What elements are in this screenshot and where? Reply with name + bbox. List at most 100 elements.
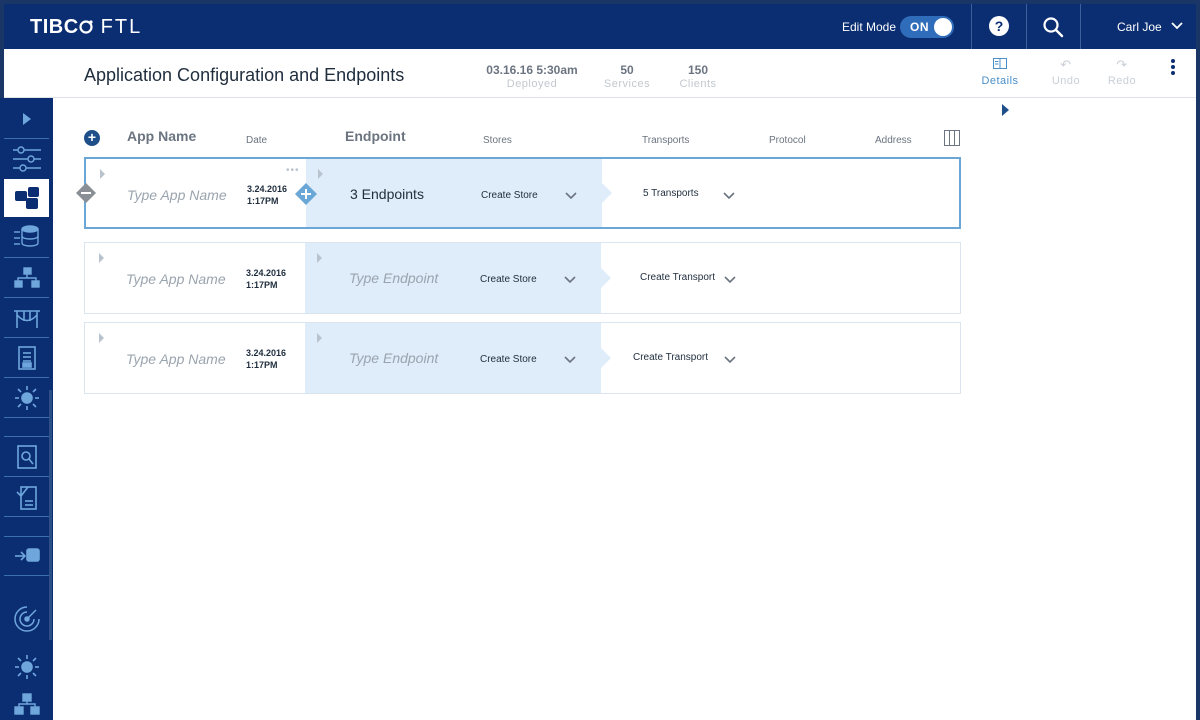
add-app-button[interactable]: + — [84, 130, 100, 146]
chevron-down-icon[interactable] — [564, 276, 576, 284]
table-row[interactable]: Type App Name 3.24.2016 1:17PM Type Endpo… — [84, 242, 961, 314]
col-header-endpoint[interactable]: Endpoint — [345, 128, 406, 144]
transports-value[interactable]: 5 Transports — [643, 188, 699, 199]
stat-label: Clients — [679, 78, 717, 90]
sidebar-expand-icon[interactable] — [4, 100, 49, 138]
endpoint-expand-icon[interactable] — [317, 333, 322, 343]
flow-icon[interactable] — [4, 686, 49, 720]
row-more-icon[interactable]: ••• — [286, 165, 300, 176]
redo-button[interactable]: ↷ Redo — [1100, 57, 1144, 87]
app-name-input[interactable]: Type App Name — [127, 187, 227, 203]
endpoint-cell[interactable]: Type Endpoint Create Store — [305, 243, 611, 313]
import-icon[interactable] — [4, 537, 49, 575]
checklist-icon[interactable] — [4, 478, 49, 516]
app-name-input[interactable]: Type App Name — [126, 271, 226, 287]
search-icon[interactable] — [1042, 16, 1064, 38]
toggle-label: ON — [910, 20, 929, 34]
stat-value: 50 — [620, 63, 634, 77]
divider — [971, 4, 972, 49]
endpoint-expand-icon[interactable] — [317, 253, 322, 263]
edit-mode-toggle[interactable]: ON — [900, 16, 954, 38]
columns-icon[interactable] — [944, 130, 960, 146]
create-transport-link[interactable]: Create Transport — [633, 352, 708, 363]
main-content: + App Name Date Endpoint Stores Transpor… — [53, 98, 1196, 720]
col-header-stores[interactable]: Stores — [483, 135, 512, 146]
col-header-date[interactable]: Date — [246, 135, 267, 146]
sun-icon[interactable] — [4, 379, 49, 417]
sidebar-divider — [4, 297, 49, 298]
row-date: 3.24.2016 1:17PM — [246, 267, 286, 291]
create-store-link[interactable]: Create Store — [481, 190, 538, 201]
document-icon[interactable] — [4, 339, 49, 377]
chevron-down-icon[interactable] — [564, 356, 576, 364]
more-menu-icon[interactable] — [1170, 59, 1176, 77]
date-value: 3.24.2016 — [247, 184, 288, 194]
help-icon[interactable]: ? — [989, 16, 1009, 36]
logo-sub: FTL — [100, 16, 143, 38]
remove-row-icon[interactable] — [75, 182, 97, 204]
top-bar: TIBC FTL Edit Mode ON ? Carl Joe — [4, 4, 1196, 49]
details-button[interactable]: Details — [976, 57, 1024, 87]
endpoint-expand-icon[interactable] — [318, 169, 323, 179]
sidebar-divider — [4, 377, 49, 378]
table-row[interactable]: Type App Name 3.24.2016 1:17PM ••• 3 Endp… — [76, 157, 961, 229]
col-header-protocol[interactable]: Protocol — [769, 135, 806, 146]
chevron-down-icon[interactable] — [565, 192, 577, 200]
time-value: 1:17PM — [246, 280, 278, 290]
endpoint-value[interactable]: 3 Endpoints — [350, 186, 424, 202]
divider — [1026, 4, 1027, 49]
row-expand-icon[interactable] — [99, 253, 104, 263]
sidebar-scrollbar[interactable] — [49, 390, 52, 640]
undo-button[interactable]: ↶ Undo — [1044, 57, 1088, 87]
table-row[interactable]: Type App Name 3.24.2016 1:17PM Type Endpo… — [84, 322, 961, 394]
details-panel-toggle-icon[interactable] — [1002, 104, 1009, 116]
chevron-down-icon[interactable] — [724, 276, 736, 284]
row-expand-icon[interactable] — [99, 333, 104, 343]
app-name-input[interactable]: Type App Name — [126, 351, 226, 367]
endpoint-cell[interactable]: 3 Endpoints Create Store — [306, 159, 612, 227]
details-label: Details — [981, 75, 1019, 87]
page-header: Application Configuration and Endpoints … — [4, 49, 1196, 98]
edit-mode-label: Edit Mode — [842, 20, 897, 34]
create-store-link[interactable]: Create Store — [480, 274, 537, 285]
chevron-down-icon[interactable] — [1170, 19, 1184, 33]
create-transport-link[interactable]: Create Transport — [640, 272, 715, 283]
sliders-icon[interactable] — [4, 140, 49, 178]
sidebar-divider — [4, 575, 49, 576]
database-icon[interactable] — [4, 218, 49, 256]
chevron-down-icon[interactable] — [723, 192, 735, 200]
stat-label: Deployed — [506, 78, 558, 90]
hierarchy-icon[interactable] — [4, 259, 49, 297]
endpoint-cell[interactable]: Type Endpoint Create Store — [305, 323, 611, 393]
radar-icon[interactable] — [4, 600, 49, 638]
time-value: 1:17PM — [247, 196, 279, 206]
redo-label: Redo — [1107, 75, 1137, 87]
col-header-app-name[interactable]: App Name — [127, 128, 196, 144]
logo-o-icon — [79, 20, 93, 34]
endpoint-input[interactable]: Type Endpoint — [349, 270, 438, 286]
endpoint-input[interactable]: Type Endpoint — [349, 350, 438, 366]
create-store-link[interactable]: Create Store — [480, 354, 537, 365]
apps-icon[interactable] — [4, 179, 49, 217]
user-menu[interactable]: Carl Joe — [1117, 20, 1162, 34]
col-header-address[interactable]: Address — [875, 135, 912, 146]
divider — [1080, 4, 1081, 49]
stat-services: 50 Services — [602, 63, 652, 90]
time-value: 1:17PM — [246, 360, 278, 370]
chevron-down-icon[interactable] — [724, 356, 736, 364]
col-header-transports[interactable]: Transports — [642, 135, 689, 146]
add-endpoint-icon[interactable] — [294, 182, 318, 206]
undo-label: Undo — [1051, 75, 1081, 87]
details-icon — [976, 57, 1024, 75]
tibco-ftl-logo[interactable]: TIBC FTL — [30, 16, 142, 39]
row-date: 3.24.2016 1:17PM — [247, 183, 287, 207]
row-date: 3.24.2016 1:17PM — [246, 347, 286, 371]
date-value: 3.24.2016 — [246, 348, 287, 358]
search-document-icon[interactable] — [4, 438, 49, 476]
bridge-icon[interactable] — [4, 299, 49, 337]
sun-icon[interactable] — [4, 648, 49, 686]
row-expand-icon[interactable] — [100, 169, 105, 179]
page-title: Application Configuration and Endpoints — [84, 65, 405, 85]
undo-icon: ↶ — [1060, 57, 1072, 72]
stat-value: 150 — [687, 63, 709, 77]
